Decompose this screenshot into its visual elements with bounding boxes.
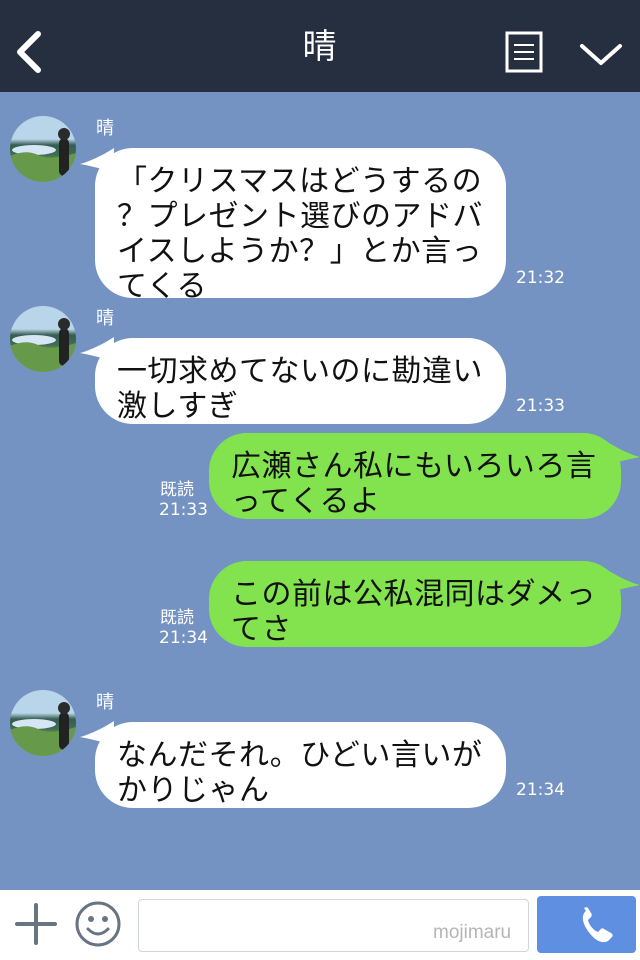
read-status: 既読 [160, 608, 194, 628]
message-time: 21:34 [159, 628, 208, 648]
emoji-button[interactable] [74, 900, 122, 948]
emoji-icon [75, 901, 121, 947]
sender-avatar[interactable] [10, 306, 76, 372]
landscape-avatar-image [10, 702, 76, 756]
mojimaru-watermark: mojimaru [433, 922, 512, 943]
incoming-message-bubble[interactable]: 一切求めてないのに勘違い 激しすぎ [95, 338, 506, 424]
message-time: 21:33 [159, 500, 208, 520]
chat-header: 晴 [0, 0, 640, 92]
chat-screen: 晴 晴 「クリスマスはどうするの ？プレゼント選びのアドバ イスしようか？」とか… [0, 0, 640, 960]
message-time: 21:33 [516, 396, 565, 416]
message-time: 21:32 [516, 268, 565, 288]
add-attachment-button[interactable] [13, 901, 59, 947]
notes-icon [505, 31, 543, 73]
message-time: 21:34 [516, 780, 565, 800]
outgoing-message-bubble[interactable]: この前は公私混同はダメっ てさ [209, 561, 621, 647]
call-button[interactable] [537, 896, 636, 953]
landscape-avatar-image [10, 128, 76, 182]
outgoing-bubble-tail [606, 569, 640, 593]
sender-name: 晴 [96, 692, 114, 713]
outgoing-bubble-tail [606, 441, 640, 465]
sender-name: 晴 [96, 118, 114, 139]
sender-avatar[interactable] [10, 116, 76, 182]
landscape-avatar-image [10, 318, 76, 372]
incoming-message-bubble[interactable]: 「クリスマスはどうするの ？プレゼント選びのアドバ イスしようか？」とか言っ て… [95, 148, 506, 304]
chat-title: 晴 [302, 27, 338, 67]
notes-button[interactable] [505, 31, 543, 73]
sender-avatar[interactable] [10, 690, 76, 756]
dropdown-menu-button[interactable] [578, 38, 624, 68]
phone-icon [582, 907, 613, 943]
read-status: 既読 [160, 480, 194, 500]
outgoing-message-bubble[interactable]: 広瀬さん私にもいろいろ言 ってくるよ [209, 433, 621, 519]
sender-name: 晴 [96, 308, 114, 329]
chevron-down-icon [580, 44, 622, 65]
plus-icon [15, 903, 57, 945]
message-composer [0, 890, 640, 960]
message-list[interactable]: 晴 「クリスマスはどうするの ？プレゼント選びのアドバ イスしようか？」とか言っ… [0, 92, 640, 890]
incoming-message-bubble[interactable]: なんだそれ。ひどい言いが かりじゃん [95, 722, 506, 808]
